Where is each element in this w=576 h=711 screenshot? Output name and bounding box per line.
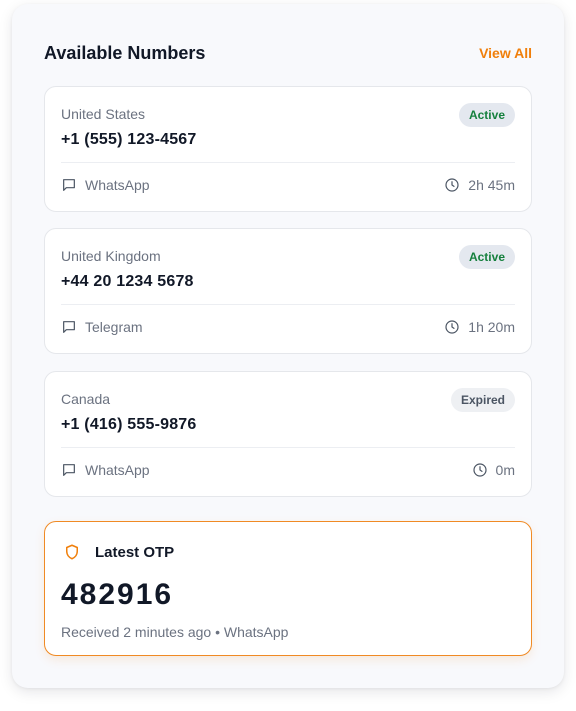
- otp-header: Latest OTP: [63, 543, 174, 561]
- message-square-icon: [61, 462, 77, 478]
- phone-number: +1 (555) 123-4567: [61, 131, 197, 148]
- number-country: United States: [61, 106, 146, 122]
- app-info: WhatsApp: [61, 462, 150, 478]
- app-name: WhatsApp: [85, 462, 150, 478]
- panel-header: Available Numbers View All: [44, 40, 532, 66]
- otp-code[interactable]: 482916: [61, 578, 173, 612]
- shield-icon: [63, 543, 81, 561]
- number-card[interactable]: United States +1 (555) 123-4567 Active W…: [44, 86, 532, 212]
- app-info: Telegram: [61, 319, 143, 335]
- view-all-link[interactable]: View All: [479, 45, 532, 61]
- card-footer: WhatsApp 0m: [61, 460, 515, 480]
- available-numbers-panel: Available Numbers View All United States…: [12, 4, 564, 688]
- phone-number: +1 (416) 555-9876: [61, 416, 197, 433]
- clock-icon: [472, 462, 488, 478]
- card-divider: [61, 304, 515, 305]
- card-divider: [61, 447, 515, 448]
- status-badge: Active: [458, 245, 515, 269]
- card-divider: [61, 162, 515, 163]
- status-badge: Active: [458, 103, 515, 127]
- time-left: 2h 45m: [468, 177, 515, 193]
- number-country: United Kingdom: [61, 248, 161, 264]
- panel-title: Available Numbers: [44, 42, 206, 63]
- number-card[interactable]: United Kingdom +44 20 1234 5678 Active T…: [44, 228, 532, 354]
- clock-icon: [444, 319, 460, 335]
- clock-icon: [444, 177, 460, 193]
- time-left: 0m: [495, 462, 515, 478]
- app-name: WhatsApp: [85, 177, 150, 193]
- app-info: WhatsApp: [61, 177, 150, 193]
- card-footer: WhatsApp 2h 45m: [61, 175, 515, 195]
- number-card[interactable]: Canada +1 (416) 555-9876 Expired WhatsAp…: [44, 371, 532, 497]
- app-name: Telegram: [85, 319, 143, 335]
- card-footer: Telegram 1h 20m: [61, 317, 515, 337]
- latest-otp-card: Latest OTP 482916 Received 2 minutes ago…: [44, 521, 532, 656]
- message-square-icon: [61, 177, 77, 193]
- number-country: Canada: [61, 391, 111, 407]
- time-remaining: 0m: [472, 462, 515, 478]
- phone-number: +44 20 1234 5678: [61, 273, 194, 290]
- message-square-icon: [61, 319, 77, 335]
- time-left: 1h 20m: [468, 319, 515, 335]
- time-remaining: 1h 20m: [444, 319, 515, 335]
- otp-received-text: Received 2 minutes ago • WhatsApp: [61, 624, 289, 640]
- status-badge: Expired: [450, 388, 515, 412]
- otp-title: Latest OTP: [95, 543, 175, 561]
- time-remaining: 2h 45m: [444, 177, 515, 193]
